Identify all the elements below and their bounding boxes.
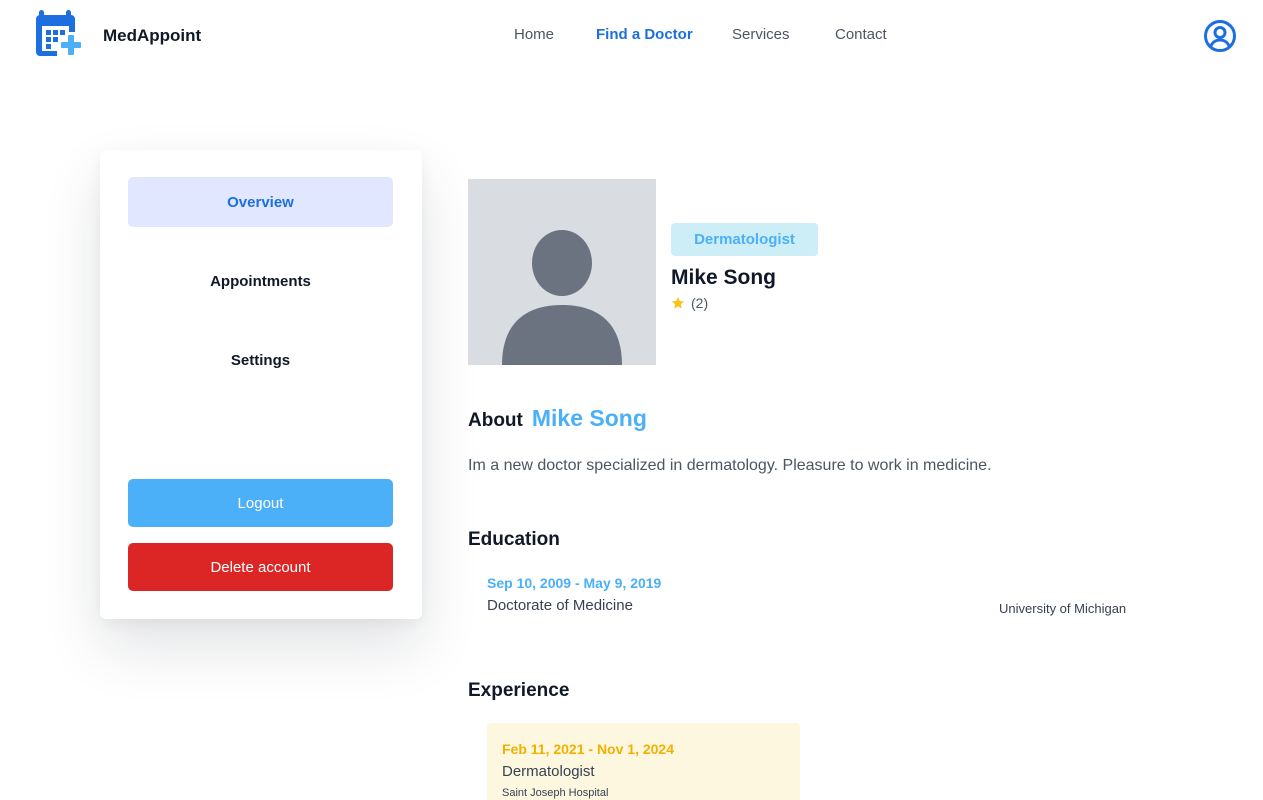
rating[interactable]: (2): [671, 295, 708, 311]
experience-place: Saint Joseph Hospital: [502, 787, 609, 799]
rating-count: (2): [691, 295, 709, 311]
experience-card: Feb 11, 2021 - Nov 1, 2024 Dermatologist…: [487, 723, 800, 800]
nav-services[interactable]: Services: [732, 26, 790, 43]
delete-account-button[interactable]: Delete account: [128, 543, 393, 591]
user-circle-icon[interactable]: [1203, 19, 1237, 53]
account-sidebar: Overview Appointments Settings Logout De…: [100, 150, 422, 619]
nav-find-a-doctor[interactable]: Find a Doctor: [596, 26, 693, 43]
brand-name[interactable]: MedAppoint: [103, 26, 201, 46]
doctor-photo: [468, 179, 656, 365]
sidebar-item-appointments[interactable]: Appointments: [128, 256, 393, 306]
about-heading: About Mike Song: [468, 405, 647, 432]
education-school: University of Michigan: [999, 601, 1127, 616]
doctor-name: Mike Song: [671, 266, 777, 289]
experience-dates: Feb 11, 2021 - Nov 1, 2024: [502, 741, 674, 757]
education-degree: Doctorate of Medicine: [487, 597, 633, 614]
logout-button[interactable]: Logout: [128, 479, 393, 527]
experience-title: Experience: [468, 680, 570, 701]
sidebar-item-settings[interactable]: Settings: [128, 335, 393, 385]
top-header: MedAppoint Home Find a Doctor Services C…: [0, 0, 1263, 72]
education-dates: Sep 10, 2009 - May 9, 2019: [487, 575, 662, 591]
education-title: Education: [468, 529, 560, 550]
sidebar-item-overview[interactable]: Overview: [128, 177, 393, 227]
about-text: Im a new doctor specialized in dermatolo…: [468, 457, 992, 474]
nav-home[interactable]: Home: [514, 26, 554, 43]
calendar-plus-logo-icon[interactable]: [35, 10, 81, 58]
specialty-badge: Dermatologist: [671, 223, 818, 256]
experience-role: Dermatologist: [502, 763, 595, 780]
page: MedAppoint Home Find a Doctor Services C…: [0, 0, 1263, 800]
avatar-placeholder-icon: [502, 230, 622, 365]
star-icon: [671, 297, 685, 309]
about-doctor-name: Mike Song: [531, 405, 647, 431]
nav-contact[interactable]: Contact: [835, 26, 887, 43]
about-label: About: [468, 410, 523, 431]
